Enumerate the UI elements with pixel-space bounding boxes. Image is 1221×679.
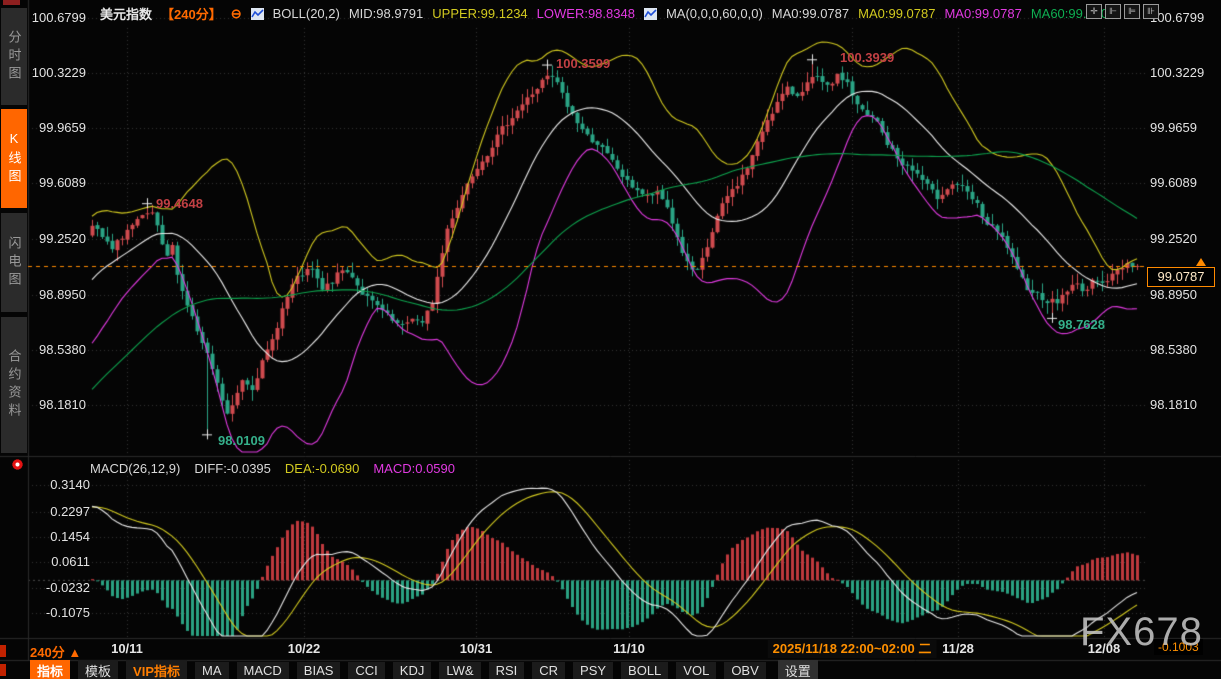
toolbar-tab-vip-indicators[interactable]: VIP指标 xyxy=(126,660,187,679)
toolbar-button-bias[interactable]: BIAS xyxy=(297,662,341,679)
pane-chart-icon[interactable]: ⊫ xyxy=(1124,4,1140,19)
sidebar-item-flash-chart[interactable]: 闪电图 xyxy=(1,213,27,312)
toolbar-button-settings[interactable]: 设置 xyxy=(778,660,818,679)
boll-upper-value: UPPER:99.1234 xyxy=(432,6,527,21)
y-axis-label-right: 98.5380 xyxy=(1150,342,1218,358)
ma0-value-3: MA0:99.0787 xyxy=(944,6,1021,21)
x-axis-label: 10/22 xyxy=(288,641,321,657)
pane-layout-icon[interactable]: ⊩ xyxy=(1105,4,1121,19)
left-edge-marker-1 xyxy=(0,645,6,657)
y-axis-label-left: 99.6089 xyxy=(28,175,86,191)
boll-label: BOLL(20,2) xyxy=(273,6,340,21)
minus-circle-icon[interactable]: ⊖ xyxy=(231,6,242,22)
current-price-tag: 99.0787 xyxy=(1147,267,1215,287)
y-axis-label-left: 100.3229 xyxy=(28,65,86,81)
indicator-header: 美元指数 【240分】 ⊖ BOLL(20,2) MID:98.9791 UPP… xyxy=(100,4,1115,23)
annotation-swing-high-oct: 99.4648 xyxy=(156,196,203,211)
y-axis-label-left: 98.1810 xyxy=(28,397,86,413)
y-axis-label-right: 100.6799 xyxy=(1150,10,1218,26)
toolbar-button-cr[interactable]: CR xyxy=(532,662,565,679)
ma-label: MA(0,0,0,60,0,0) xyxy=(666,6,763,21)
y-axis-label-right: 98.1810 xyxy=(1150,397,1218,413)
sidebar-item-time-chart[interactable]: 分时图 xyxy=(1,8,27,105)
y-axis-label-left: 99.2520 xyxy=(28,231,86,247)
boll-lower-value: LOWER:98.8348 xyxy=(537,6,635,21)
symbol-name: 美元指数 xyxy=(100,4,152,23)
toolbar-button-boll[interactable]: BOLL xyxy=(621,662,668,679)
y-axis-label-left: 100.6799 xyxy=(28,10,86,26)
toolbar-button-kdj[interactable]: KDJ xyxy=(393,662,432,679)
chart-layout-icons: ✛⊩⊫⊪ xyxy=(1086,4,1159,19)
pane-export-icon[interactable]: ⊪ xyxy=(1143,4,1159,19)
macd-axis-label: 0.1454 xyxy=(24,529,90,545)
annotation-swing-low-dec: 98.7628 xyxy=(1058,317,1105,332)
period-expand-icon: ▲ xyxy=(68,645,81,660)
toolbar-button-ma[interactable]: MA xyxy=(195,662,229,679)
trading-terminal-window: 分时图 K线图闪电图合约资料 美元指数 【240分】 ⊖ BOLL(20,2) M… xyxy=(0,0,1221,679)
y-axis-label-right: 99.2520 xyxy=(1150,231,1218,247)
watermark: FX678 xyxy=(1080,610,1203,655)
toolbar-button-cci[interactable]: CCI xyxy=(348,662,384,679)
sidebar-top-marker xyxy=(3,0,20,5)
toolbar-button-macd[interactable]: MACD xyxy=(237,662,289,679)
toolbar-button-vol[interactable]: VOL xyxy=(676,662,716,679)
x-axis-label: 11/10 xyxy=(613,641,645,657)
boll-mid-value: MID:98.9791 xyxy=(349,6,423,21)
toolbar-button-rsi[interactable]: RSI xyxy=(489,662,525,679)
macd-axis-label: -0.0232 xyxy=(24,580,90,596)
crosshair-icon[interactable]: ✛ xyxy=(1086,4,1102,19)
price-up-arrow-icon xyxy=(1196,258,1206,266)
annotation-swing-low-oct: 98.0109 xyxy=(218,433,265,448)
toolbar-tab-indicators[interactable]: 指标 xyxy=(30,660,70,679)
macd-axis-label: 0.2297 xyxy=(24,504,90,520)
toolbar-button-lw[interactable]: LW& xyxy=(439,662,480,679)
macd-diff-value: DIFF:-0.0395 xyxy=(194,461,271,476)
macd-macd-value: MACD:0.0590 xyxy=(373,461,455,476)
crosshair-datetime-label: 2025/11/18 22:00~02:00 二 xyxy=(768,640,937,658)
y-axis-label-left: 98.5380 xyxy=(28,342,86,358)
macd-title: MACD(26,12,9) xyxy=(90,461,180,476)
macd-header: MACD(26,12,9) DIFF:-0.0395 DEA:-0.0690 M… xyxy=(90,461,455,476)
sidebar-item-contract-info[interactable]: 合约资料 xyxy=(1,317,27,453)
x-axis-label: 10/31 xyxy=(460,641,493,657)
toolbar-button-obv[interactable]: OBV xyxy=(724,662,765,679)
annotation-swing-high-1118: 100.3939 xyxy=(840,50,894,65)
ma0-value-2: MA0:99.0787 xyxy=(858,6,935,21)
y-axis-label-left: 99.9659 xyxy=(28,120,86,136)
x-axis-label: 11/28 xyxy=(942,641,974,657)
y-axis-label-right: 100.3229 xyxy=(1150,65,1218,81)
y-axis-label-right: 99.6089 xyxy=(1150,175,1218,191)
toolbar-tab-templates[interactable]: 模板 xyxy=(78,660,118,679)
macd-axis-label: 0.3140 xyxy=(24,477,90,493)
period-selector[interactable]: 240分 ▲ xyxy=(30,642,81,661)
bottom-toolbar: 指标模板 VIP指标 MA MACD BIAS CCI KDJ LW&RSI CR PSY BOLL… xyxy=(30,661,1221,679)
toolbar-button-psy[interactable]: PSY xyxy=(573,662,613,679)
left-edge-marker-2 xyxy=(0,664,6,676)
sidebar-item-kline-chart[interactable]: K线图 xyxy=(1,109,27,208)
x-axis-label: 10/11 xyxy=(111,641,143,657)
macd-dea-value: DEA:-0.0690 xyxy=(285,461,359,476)
y-axis-label-right: 99.9659 xyxy=(1150,120,1218,136)
y-axis-label-right: 98.8950 xyxy=(1150,287,1218,303)
ma0-value-1: MA0:99.0787 xyxy=(772,6,849,21)
mini-chart-icon[interactable] xyxy=(251,8,264,20)
mini-chart-icon[interactable] xyxy=(644,8,657,20)
y-axis-label-left: 98.8950 xyxy=(28,287,86,303)
price-chart-canvas[interactable] xyxy=(0,0,1221,679)
period-label: 【240分】 xyxy=(161,4,222,23)
macd-axis-label: -0.1075 xyxy=(24,605,90,621)
macd-panel-marker-icon xyxy=(12,459,23,470)
macd-axis-label: 0.0611 xyxy=(24,554,90,570)
annotation-swing-high-1031: 100.3599 xyxy=(556,56,610,71)
